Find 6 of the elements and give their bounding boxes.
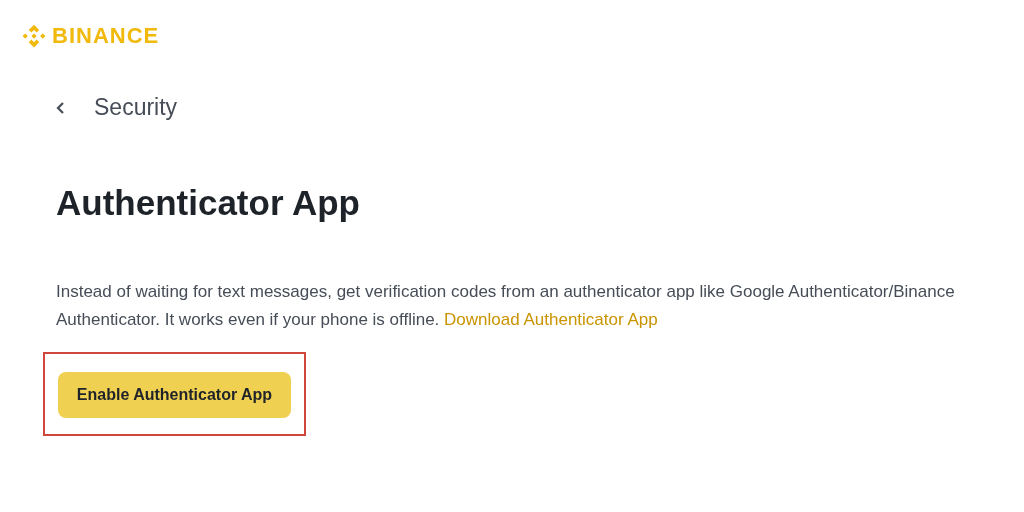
back-link[interactable]: Security (56, 94, 178, 121)
enable-button[interactable]: Enable Authenticator App (58, 372, 291, 418)
chevron-left-icon (56, 100, 66, 115)
description-text: Instead of waiting for text messages, get verification codes from an authenticator app like Google Authenticator/Binance Authenticator. It works even if your phone is offline. Download Authenticator App (56, 281, 956, 331)
diamond-logo-icon (20, 22, 48, 50)
page-title: Authenticator App (56, 183, 361, 223)
